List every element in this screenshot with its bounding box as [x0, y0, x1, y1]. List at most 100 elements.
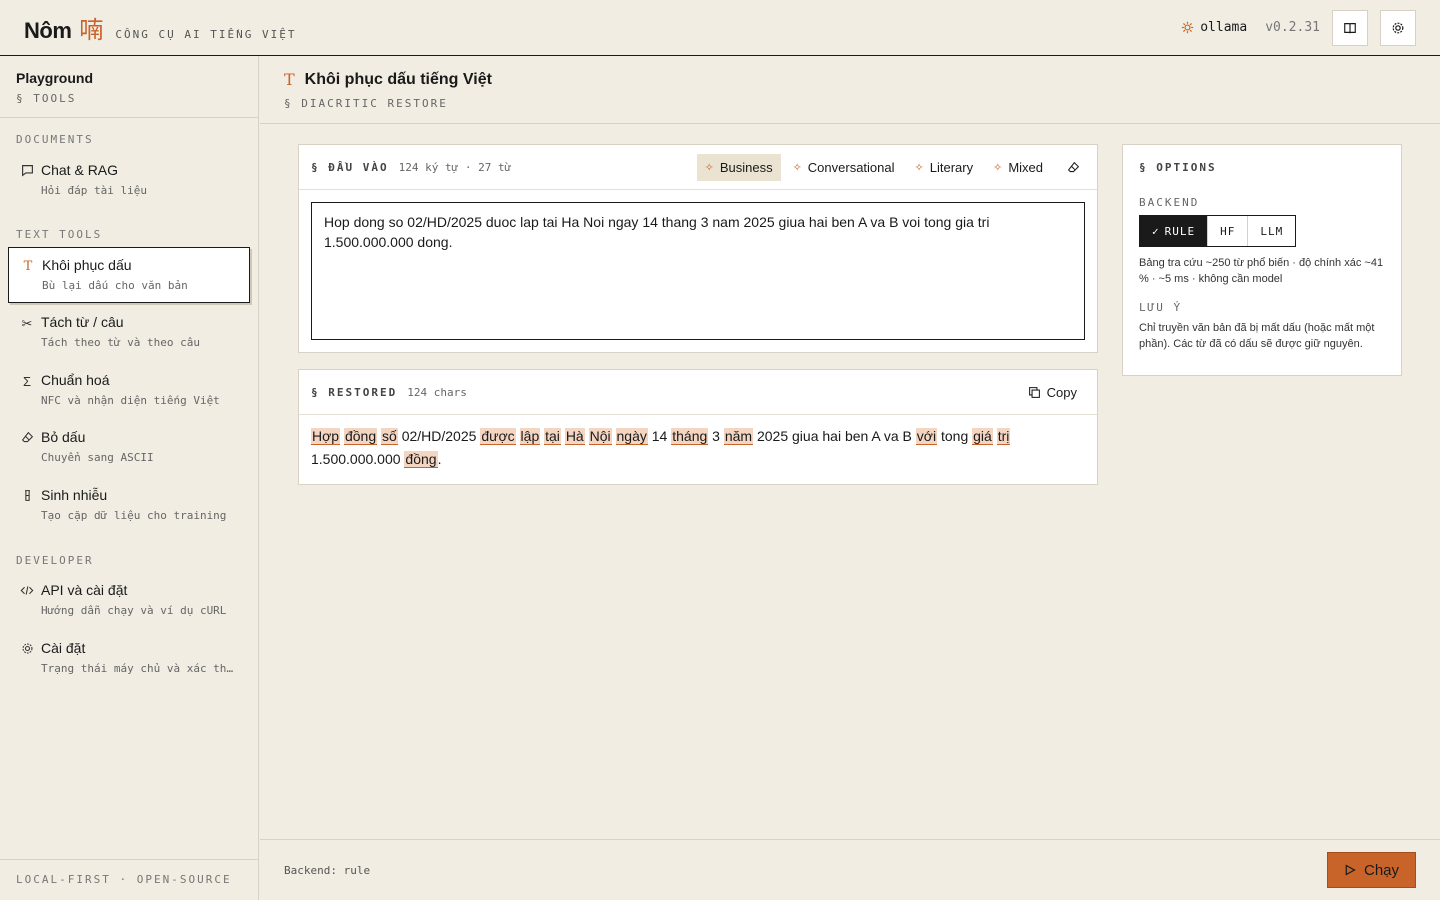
sparkle-icon: ✧	[704, 161, 714, 174]
run-label: Chạy	[1363, 861, 1400, 879]
page-title: Khôi phục dấu tiếng Việt	[304, 70, 492, 88]
input-textarea[interactable]: Hop dong so 02/HD/2025 duoc lap tai Ha N…	[311, 202, 1085, 340]
sidebar-item-desc: Trạng thái máy chủ và xác thực	[41, 662, 238, 675]
restored-word: trị	[996, 428, 1011, 445]
sidebar-item-desc: Tạo cặp dữ liệu cho training	[41, 509, 227, 522]
sidebar-item-label: Chuẩn hoá	[41, 372, 110, 388]
restored-word: năm	[723, 428, 754, 445]
sidebar-item-label: API và cài đặt	[41, 582, 128, 598]
sidebar-footer: LOCAL-FIRST · OPEN-SOURCE	[0, 859, 258, 900]
action-footer: Backend: rule Chạy	[260, 839, 1440, 900]
sidebar-item-desc: Hỏi đáp tài liệu	[41, 184, 147, 197]
backend-llm-button[interactable]: LLM	[1248, 216, 1296, 246]
sidebar-item-label: Sinh nhiễu	[41, 487, 108, 503]
input-card: § ĐẦU VÀO 124 ký tự · 27 từ ✧ Business ✧…	[298, 144, 1098, 353]
input-meta: 124 ký tự · 27 từ	[398, 160, 512, 174]
copy-icon	[1028, 386, 1040, 398]
preset-label: Literary	[929, 159, 974, 175]
sidebar-item-api[interactable]: API và cài đặt Hướng dẫn chạy và ví dụ c…	[8, 573, 250, 629]
input-label: § ĐẦU VÀO	[311, 160, 389, 174]
sidebar-item-tokenize[interactable]: ✂ Tách từ / câu Tách theo từ và theo câu	[8, 305, 250, 361]
sidebar-item-label: Bỏ dấu	[41, 429, 86, 445]
output-label: § RESTORED	[311, 385, 398, 399]
text-icon: T	[23, 259, 33, 274]
preset-conversational[interactable]: ✧ Conversational	[785, 154, 903, 181]
text-icon: T	[284, 70, 295, 89]
restored-word: số	[381, 428, 398, 445]
note-label: LƯU Ý	[1139, 301, 1183, 314]
page-header: T Khôi phục dấu tiếng Việt § DIACRITIC R…	[260, 56, 1440, 124]
docs-button[interactable]	[1332, 9, 1368, 46]
sidebar-title: Playground	[16, 70, 94, 86]
restored-word: Hà	[564, 428, 585, 445]
backend-label-rule: RULE	[1164, 224, 1196, 238]
group-developer: DEVELOPER	[16, 554, 94, 567]
brand[interactable]: Nôm 喃 CÔNG CỤ AI TIẾNG VIỆT	[24, 10, 296, 45]
sidebar-item-desc: Chuyển sang ASCII	[41, 451, 154, 464]
restored-word: tại	[544, 428, 561, 445]
restored-word: Nội	[588, 428, 612, 445]
sidebar-item-desc: Tách theo từ và theo câu	[41, 336, 200, 349]
sidebar-item-label: Tách từ / câu	[41, 314, 124, 330]
preset-label: Mixed	[1008, 159, 1043, 175]
sidebar-item-desc: Bù lại dấu cho văn bản	[42, 279, 188, 292]
brand-name: Nôm	[24, 18, 72, 43]
sidebar-subtitle: § TOOLS	[16, 92, 77, 105]
eraser-icon	[20, 431, 34, 447]
group-documents: DOCUMENTS	[16, 133, 94, 146]
eraser-icon	[1067, 161, 1079, 172]
sidebar-item-noise[interactable]: Sinh nhiễu Tạo cặp dữ liệu cho training	[8, 478, 250, 534]
group-text-tools: TEXT TOOLS	[16, 228, 103, 241]
preset-mixed[interactable]: ✧ Mixed	[985, 154, 1051, 181]
backend-label-hf: HF	[1220, 224, 1236, 238]
sidebar-item-label: Cài đặt	[41, 640, 86, 656]
options-card: § OPTIONS BACKEND ✓ RULE HF LLM Bảng tra…	[1122, 144, 1402, 376]
sigma-icon: Σ	[22, 374, 32, 389]
page-subtitle: § DIACRITIC RESTORE	[284, 97, 448, 110]
backend-hf-button[interactable]: HF	[1208, 216, 1249, 246]
copy-button[interactable]: Copy	[1020, 381, 1085, 404]
restored-word: đồng	[404, 451, 438, 468]
restored-word: được	[480, 428, 516, 445]
restored-text: Hợp đồng số 02/HD/2025 được lập tại Hà N…	[311, 428, 1011, 468]
restored-word: với	[915, 428, 938, 445]
backend-label-llm: LLM	[1260, 224, 1284, 238]
scissors-icon: ✂	[21, 316, 33, 331]
chat-icon	[20, 164, 34, 180]
backend-status: Backend: rule	[284, 863, 371, 877]
backend-label: BACKEND	[1139, 196, 1200, 209]
run-button[interactable]: Chạy	[1327, 852, 1416, 888]
sidebar-item-normalize[interactable]: Σ Chuẩn hoá NFC và nhận diện tiếng Việt	[8, 363, 250, 419]
brand-glyph: 喃	[79, 16, 104, 44]
backend-selector: ✓ RULE HF LLM	[1139, 215, 1297, 247]
restored-word: đồng	[343, 428, 378, 445]
output-card: § RESTORED 124 chars Copy Hợp đồng số 02…	[298, 369, 1098, 485]
restored-word: tháng	[671, 428, 709, 445]
sidebar-item-chat-rag[interactable]: Chat & RAG Hỏi đáp tài liệu	[8, 153, 250, 209]
sidebar-item-settings[interactable]: Cài đặt Trạng thái máy chủ và xác thực	[8, 631, 250, 687]
preset-business[interactable]: ✧ Business	[696, 153, 781, 181]
preset-literary[interactable]: ✧ Literary	[907, 154, 982, 181]
sidebar-item-label: Chat & RAG	[41, 162, 119, 178]
flask-icon	[20, 489, 34, 505]
sidebar-item-strip-diacritics[interactable]: Bỏ dấu Chuyển sang ASCII	[8, 420, 250, 476]
engine-name: ollama	[1200, 20, 1248, 35]
copy-label: Copy	[1046, 384, 1077, 400]
options-title: § OPTIONS	[1139, 161, 1217, 174]
sidebar: Playground § TOOLS DOCUMENTS Chat & RAG …	[0, 56, 259, 900]
sparkle-icon: ✧	[792, 161, 802, 174]
settings-button[interactable]	[1380, 9, 1416, 46]
sidebar-item-label: Khôi phục dấu	[42, 257, 132, 273]
brand-tagline: CÔNG CỤ AI TIẾNG VIỆT	[115, 28, 297, 41]
backend-rule-button[interactable]: ✓ RULE	[1140, 216, 1209, 246]
preset-list: ✧ Business ✧ Conversational ✧ Literary ✧…	[696, 153, 1085, 181]
play-icon	[1345, 864, 1356, 876]
restored-word: giá	[972, 428, 993, 445]
sidebar-header: Playground § TOOLS	[0, 56, 258, 118]
top-bar: Nôm 喃 CÔNG CỤ AI TIẾNG VIỆT ollama v0.2.…	[0, 0, 1440, 56]
code-icon	[20, 584, 34, 600]
sidebar-item-diacritic-restore[interactable]: T Khôi phục dấu Bù lại dấu cho văn bản	[8, 247, 250, 303]
restored-word: ngày	[615, 428, 648, 445]
clear-input-button[interactable]	[1061, 155, 1085, 179]
preset-label: Business	[719, 159, 773, 175]
